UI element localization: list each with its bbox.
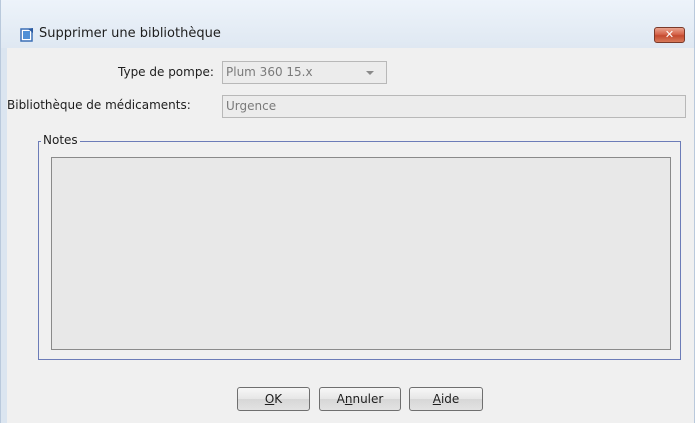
pump-type-label: Type de pompe: xyxy=(118,65,214,79)
notes-legend: Notes xyxy=(41,133,80,147)
cancel-label-post: nuler xyxy=(352,392,384,406)
cancel-label-pre: A xyxy=(336,392,345,406)
pump-type-value: Plum 360 15.x xyxy=(226,65,313,79)
ok-mnemonic: O xyxy=(264,392,275,406)
help-label-post: ide xyxy=(440,392,460,406)
chevron-down-icon[interactable] xyxy=(366,71,374,75)
library-name-value: Urgence xyxy=(226,99,277,113)
cancel-button[interactable]: Annuler xyxy=(319,387,401,411)
close-icon: ✕ xyxy=(664,28,675,41)
close-button[interactable]: ✕ xyxy=(654,27,685,43)
dialog-window: Supprimer une bibliothèque ✕ Type de pom… xyxy=(0,0,695,423)
dialog-title: Supprimer une bibliothèque xyxy=(39,26,221,41)
notes-textarea[interactable] xyxy=(51,157,671,350)
help-button[interactable]: Aide xyxy=(409,387,483,411)
title-bar[interactable]: Supprimer une bibliothèque ✕ xyxy=(1,0,694,48)
help-mnemonic: A xyxy=(432,392,441,406)
document-check-icon xyxy=(20,28,33,42)
library-label: Bibliothèque de médicaments: xyxy=(7,98,191,112)
ok-label-post: K xyxy=(274,392,283,406)
library-name-field[interactable]: Urgence xyxy=(222,95,686,118)
ok-button[interactable]: OK xyxy=(237,387,310,411)
pump-type-select[interactable]: Plum 360 15.x xyxy=(222,61,387,84)
